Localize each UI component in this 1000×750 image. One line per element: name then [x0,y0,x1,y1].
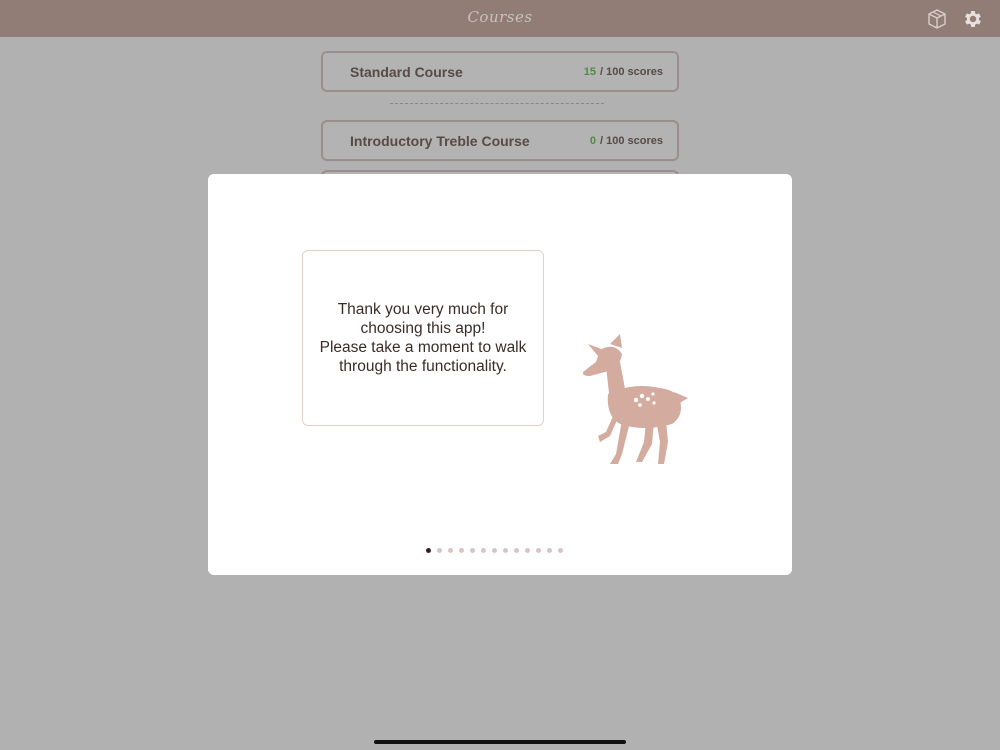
course-score: 0 / 100 scores [590,135,663,147]
page-dot[interactable] [426,548,431,553]
course-item-introductory-treble[interactable]: Introductory Treble Course 0 / 100 scores [321,120,679,161]
course-name: Introductory Treble Course [350,133,530,149]
section-divider [390,103,604,104]
page-dot[interactable] [536,548,541,553]
page-title: Courses [467,8,533,26]
walkthrough-modal: Thank you very much for choosing this ap… [208,174,792,575]
welcome-message: Thank you very much for choosing this ap… [319,301,527,375]
home-indicator[interactable] [374,740,626,744]
page-dot[interactable] [470,548,475,553]
score-count: 15 [583,66,596,78]
page-dot[interactable] [558,548,563,553]
box-icon[interactable] [926,8,948,30]
page-dot[interactable] [503,548,508,553]
course-item-standard[interactable]: Standard Course 15 / 100 scores [321,51,679,92]
page-indicator[interactable] [426,548,563,558]
page-dot[interactable] [492,548,497,553]
message-card: Thank you very much for choosing this ap… [302,250,544,426]
page-dot[interactable] [448,548,453,553]
score-total: / 100 scores [600,135,663,147]
fawn-illustration [582,334,688,464]
course-name: Standard Course [350,64,463,80]
page-dot[interactable] [547,548,552,553]
course-score: 15 / 100 scores [584,66,663,78]
nav-bar: Courses [0,0,1000,37]
gear-icon[interactable] [962,8,984,30]
page-dot[interactable] [481,548,486,553]
score-count: 0 [589,135,596,147]
score-total: / 100 scores [600,66,663,78]
page-dot[interactable] [459,548,464,553]
page-dot[interactable] [525,548,530,553]
page-dot[interactable] [437,548,442,553]
page-dot[interactable] [514,548,519,553]
